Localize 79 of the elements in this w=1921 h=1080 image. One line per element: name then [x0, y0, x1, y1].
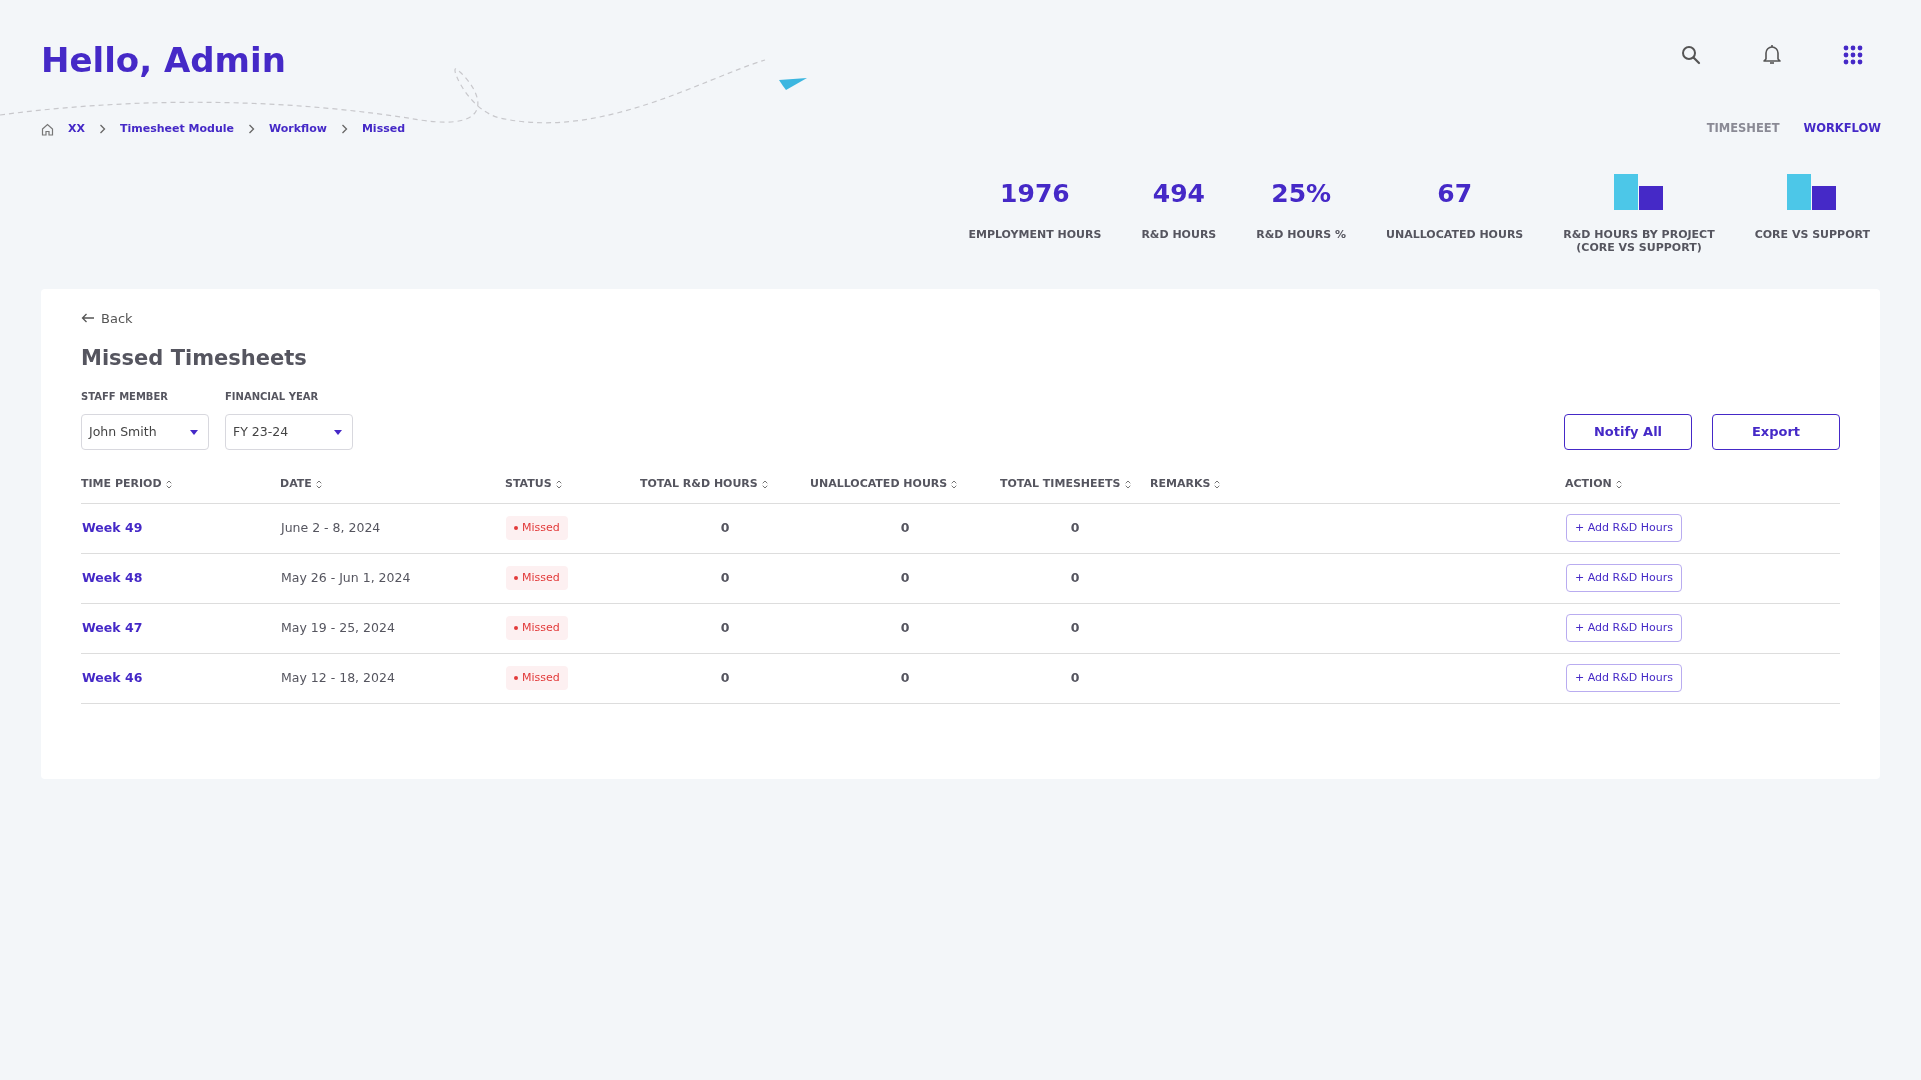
sort-icon	[315, 479, 322, 489]
add-hours-button[interactable]: + Add R&D Hours	[1566, 513, 1682, 543]
number-text: 0	[1070, 619, 1080, 635]
dropdown-field[interactable]: John Smith	[81, 414, 209, 451]
back-link[interactable]: Back	[81, 308, 133, 328]
number-text: 0	[720, 669, 730, 685]
stat-value: 67	[1437, 177, 1473, 210]
date-text: May 26 - Jun 1, 2024	[281, 569, 411, 585]
caret-down-icon	[190, 429, 198, 435]
caret-down-icon	[334, 429, 342, 435]
status-badge: Missed	[506, 665, 568, 691]
breadcrumb-link[interactable]: XX	[68, 121, 85, 138]
number-text: 0	[720, 519, 730, 535]
add-hours-button[interactable]: + Add R&D Hours	[1566, 663, 1682, 693]
chevron-right-icon	[98, 124, 106, 135]
breadcrumb-link[interactable]: Missed	[361, 121, 406, 138]
filter-label: STAFF MEMBER	[81, 390, 170, 405]
stat-label: R&D HOURS BY PROJECT (CORE VS SUPPORT)	[1563, 227, 1715, 254]
breadcrumb-link[interactable]: Workflow	[269, 121, 327, 138]
number-text: 0	[720, 619, 730, 635]
stat-value: 25%	[1271, 177, 1332, 210]
stat-label: EMPLOYMENT HOURS	[968, 227, 1102, 241]
home-icon[interactable]	[41, 122, 54, 136]
stat-value: 1976	[1000, 177, 1070, 210]
number-text: 0	[900, 669, 910, 685]
date-text: May 19 - 25, 2024	[281, 619, 395, 635]
search-icon[interactable]	[1681, 44, 1701, 65]
number-text: 0	[1070, 569, 1080, 585]
number-text: 0	[1070, 519, 1080, 535]
filter-label: FINANCIAL YEAR	[225, 390, 320, 405]
stat-value: 494	[1152, 177, 1205, 210]
status-badge: Missed	[506, 565, 568, 591]
sort-icon	[951, 479, 958, 489]
paper-plane-icon	[779, 78, 807, 90]
sort-icon	[1124, 479, 1131, 489]
sort-icon	[555, 479, 562, 489]
date-text: June 2 - 8, 2024	[281, 519, 381, 535]
stat-label: UNALLOCATED HOURS	[1386, 227, 1524, 241]
sort-icon	[761, 479, 768, 489]
date-text: May 12 - 18, 2024	[281, 669, 395, 685]
chevron-right-icon	[340, 124, 348, 135]
stat-label: R&D HOURS %	[1256, 227, 1347, 241]
column-header[interactable]: REMARKS	[1150, 477, 1221, 491]
action-button[interactable]: Notify All	[1564, 414, 1692, 451]
dropdown-field[interactable]: FY 23-24	[225, 414, 353, 451]
week-link[interactable]: Week 48	[82, 569, 143, 585]
bell-icon[interactable]	[1763, 44, 1781, 65]
stat-label: CORE VS SUPPORT	[1754, 227, 1870, 241]
stat-label: R&D HOURS	[1141, 227, 1217, 241]
week-link[interactable]: Week 47	[82, 619, 143, 635]
add-hours-button[interactable]: + Add R&D Hours	[1566, 563, 1682, 593]
column-header[interactable]: STATUS	[505, 477, 562, 491]
column-header[interactable]: ACTION	[1565, 477, 1622, 491]
sort-icon	[1214, 479, 1221, 489]
arrow-left-icon	[81, 313, 95, 324]
chevron-right-icon	[248, 124, 255, 135]
status-badge: Missed	[506, 515, 568, 541]
column-header[interactable]: TOTAL TIMESHEETS	[1000, 477, 1131, 491]
number-text: 0	[900, 519, 910, 535]
action-button[interactable]: Export	[1712, 414, 1840, 451]
number-text: 0	[720, 569, 730, 585]
column-header[interactable]: UNALLOCATED HOURS	[810, 477, 958, 491]
column-header[interactable]: DATE	[280, 477, 322, 491]
breadcrumb-link[interactable]: Timesheet Module	[119, 121, 234, 138]
sort-icon	[1615, 479, 1622, 489]
number-text: 0	[900, 569, 910, 585]
column-header[interactable]: TOTAL R&D HOURS	[640, 477, 768, 491]
week-link[interactable]: Week 49	[82, 519, 143, 535]
greeting: Hello, Admin	[41, 39, 286, 82]
number-text: 0	[1070, 669, 1080, 685]
status-badge: Missed	[506, 615, 568, 641]
nav-tab[interactable]: WORKFLOW	[1803, 118, 1881, 140]
add-hours-button[interactable]: + Add R&D Hours	[1566, 613, 1682, 643]
number-text: 0	[900, 619, 910, 635]
sort-icon	[165, 479, 172, 489]
week-link[interactable]: Week 46	[82, 669, 143, 685]
column-header[interactable]: TIME PERIOD	[81, 477, 172, 491]
apps-grid-icon[interactable]	[1843, 44, 1863, 65]
section-title: Missed Timesheets	[81, 346, 308, 372]
